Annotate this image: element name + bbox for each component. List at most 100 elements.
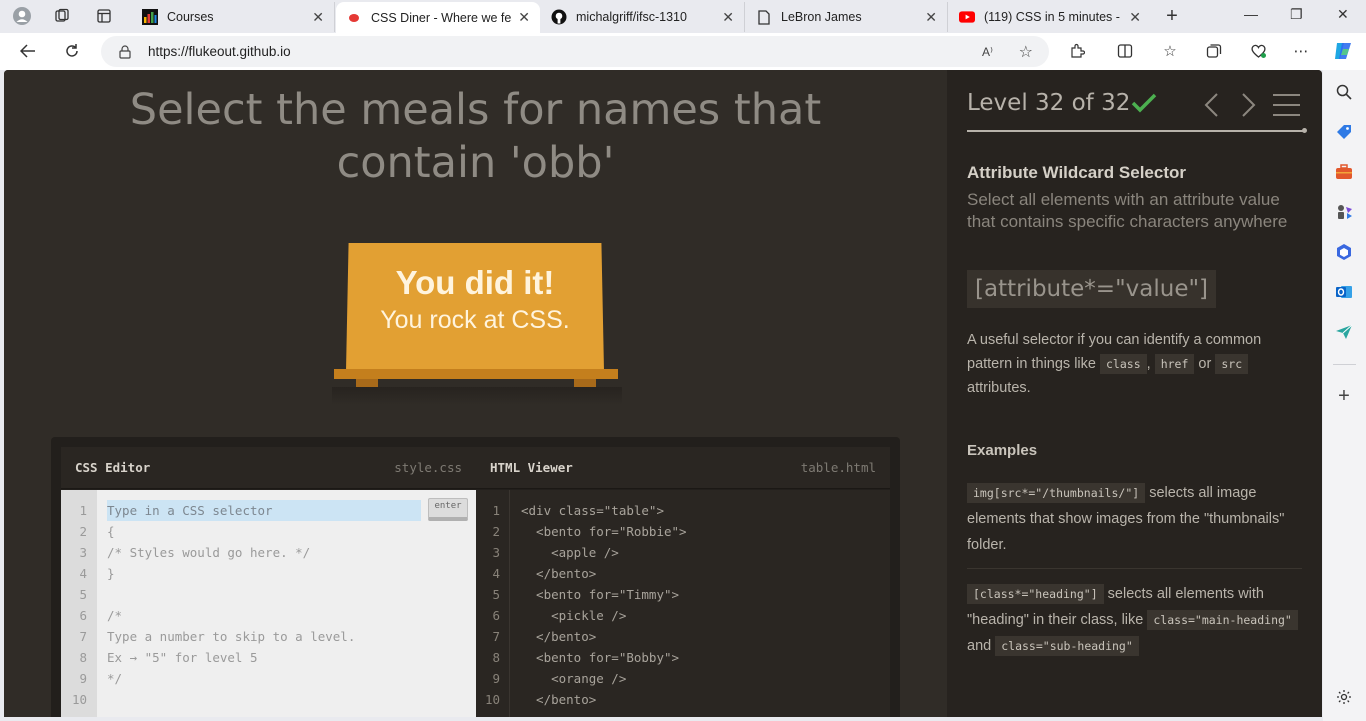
html-file-name: table.html xyxy=(800,460,876,475)
hint-separator: , xyxy=(1146,356,1151,372)
favorites-icon[interactable]: ☆ xyxy=(1159,41,1181,61)
examples-heading: Examples xyxy=(967,442,1038,459)
level-indicator: Level 32 of 32 xyxy=(967,90,1131,116)
browser-essentials-icon[interactable] xyxy=(1247,41,1269,61)
new-tab-icon[interactable]: + xyxy=(1160,5,1184,27)
line-number: 3 xyxy=(492,545,500,560)
css-editor-body[interactable]: 1 2 3 4 5 6 7 8 9 10 Type in a CSS selec… xyxy=(61,490,476,717)
line-number: 2 xyxy=(492,524,500,539)
tab-lebron[interactable]: LeBron James ✕ xyxy=(746,2,948,32)
workspaces-icon[interactable] xyxy=(50,5,74,27)
html-code-line[interactable]: <pickle /> xyxy=(521,608,626,623)
collections-icon[interactable] xyxy=(1203,41,1225,61)
tab-github[interactable]: michalgriff/ifsc-1310 ✕ xyxy=(541,2,745,32)
tab-label: Courses xyxy=(167,10,214,24)
microsoft-365-icon[interactable] xyxy=(1334,242,1354,262)
html-viewer-header: HTML Viewer table.html xyxy=(476,447,890,489)
games-icon[interactable] xyxy=(1334,202,1354,222)
html-viewer-body: 1 2 3 4 5 6 7 8 9 10 <div class="table">… xyxy=(476,490,890,717)
css-file-name: style.css xyxy=(394,460,462,475)
close-tab-icon[interactable]: ✕ xyxy=(925,9,937,26)
css-line-numbers: 1 2 3 4 5 6 7 8 9 10 xyxy=(61,490,97,717)
address-toolbar: https://flukeout.github.io A⁾ ☆ ☆ ⋯ xyxy=(0,33,1366,70)
html-code-line[interactable]: </bento> xyxy=(521,692,596,707)
html-code-line[interactable]: <bento for="Bobby"> xyxy=(521,650,679,665)
back-icon[interactable] xyxy=(17,41,39,61)
line-number: 5 xyxy=(492,587,500,602)
split-screen-icon[interactable] xyxy=(1114,41,1136,61)
html-code-line[interactable]: <bento for="Timmy"> xyxy=(521,587,679,602)
game-area: Select the meals for names that contain … xyxy=(4,70,947,717)
tab-actions-icon[interactable] xyxy=(92,5,116,27)
line-number: 9 xyxy=(79,671,87,686)
css-selector-input[interactable]: Type in a CSS selector xyxy=(107,503,273,518)
line-number: 5 xyxy=(79,587,87,602)
copilot-icon[interactable] xyxy=(1332,41,1354,61)
tab-css-diner[interactable]: CSS Diner - Where we feast on CSS ✕ xyxy=(336,2,540,33)
level-instruction: Select the meals for names that contain … xyxy=(129,85,822,188)
youtube-favicon-icon xyxy=(959,9,975,25)
css-code-line: } xyxy=(107,566,115,581)
browser-tab-bar: Courses ✕ CSS Diner - Where we feast on … xyxy=(0,0,1366,33)
enter-button[interactable]: enter xyxy=(428,498,468,521)
level-sidebar: Level 32 of 32 Attribute Wildcard Select… xyxy=(947,70,1322,717)
minimize-icon[interactable]: — xyxy=(1244,6,1258,22)
css-diner-page: Select the meals for names that contain … xyxy=(4,70,1322,717)
more-options-icon[interactable]: ⋯ xyxy=(1290,41,1312,61)
favorite-star-icon[interactable]: ☆ xyxy=(1019,42,1033,62)
html-code-line[interactable]: </bento> xyxy=(521,629,596,644)
send-icon[interactable] xyxy=(1334,322,1354,342)
settings-gear-icon[interactable] xyxy=(1334,687,1354,707)
table-edge xyxy=(334,369,618,379)
line-number: 10 xyxy=(484,692,500,707)
shopping-tag-icon[interactable] xyxy=(1334,122,1354,142)
close-tab-icon[interactable]: ✕ xyxy=(722,9,734,26)
line-number: 3 xyxy=(79,545,87,560)
css-editor-header: CSS Editor style.css xyxy=(61,447,476,489)
refresh-icon[interactable] xyxy=(61,41,83,61)
tab-youtube[interactable]: (119) CSS in 5 minutes - YouTube ✕ xyxy=(949,2,1151,32)
line-number: 4 xyxy=(492,566,500,581)
selector-name: Attribute Wildcard Selector xyxy=(967,163,1186,182)
selector-description: Select all elements with an attribute va… xyxy=(967,190,1288,231)
html-code-line[interactable]: <bento for="Robbie"> xyxy=(521,524,687,539)
examples-divider xyxy=(967,568,1302,569)
html-code-line[interactable]: <div class="table"> xyxy=(521,503,664,518)
outlook-icon[interactable] xyxy=(1334,282,1354,302)
level-complete-check-icon xyxy=(1131,93,1157,113)
css-diner-favicon-icon xyxy=(346,10,362,26)
html-code-line[interactable]: <orange /> xyxy=(521,671,626,686)
previous-level-icon[interactable] xyxy=(1203,92,1219,125)
css-code-line: /* Styles would go here. */ xyxy=(107,545,311,560)
add-sidebar-icon[interactable]: + xyxy=(1334,385,1354,407)
restore-icon[interactable]: ❐ xyxy=(1290,6,1303,23)
html-code-line[interactable]: <apple /> xyxy=(521,545,619,560)
lock-icon[interactable] xyxy=(119,44,131,59)
search-icon[interactable] xyxy=(1334,82,1354,102)
table-leg xyxy=(574,379,596,387)
close-tab-icon[interactable]: ✕ xyxy=(312,9,324,26)
tools-briefcase-icon[interactable] xyxy=(1334,162,1354,182)
css-code-line: Ex → "5" for level 5 xyxy=(107,650,258,665)
example-1: img[src*="/thumbnails/"] selects all ima… xyxy=(967,480,1302,558)
page-favicon-icon xyxy=(756,9,772,25)
line-number: 6 xyxy=(79,608,87,623)
next-level-icon[interactable] xyxy=(1241,92,1257,125)
read-aloud-icon[interactable]: A⁾ xyxy=(982,45,993,59)
level-menu-icon[interactable] xyxy=(1273,94,1300,116)
line-number: 1 xyxy=(492,503,500,518)
profile-icon[interactable] xyxy=(10,5,34,27)
tab-courses[interactable]: Courses ✕ xyxy=(132,2,335,32)
address-bar[interactable]: https://flukeout.github.io A⁾ ☆ xyxy=(101,36,1049,67)
close-window-icon[interactable]: ✕ xyxy=(1337,6,1349,23)
close-tab-icon[interactable]: ✕ xyxy=(518,9,530,26)
tab-label: LeBron James xyxy=(781,10,862,24)
selector-syntax: [attribute*="value"] xyxy=(967,270,1217,308)
line-number: 8 xyxy=(79,650,87,665)
extensions-icon[interactable] xyxy=(1066,41,1088,61)
html-code-line[interactable]: </bento> xyxy=(521,566,596,581)
url-text[interactable]: https://flukeout.github.io xyxy=(148,44,291,59)
close-tab-icon[interactable]: ✕ xyxy=(1129,9,1141,26)
code-tag: img[src*="/thumbnails/"] xyxy=(967,483,1146,503)
css-code-line: */ xyxy=(107,671,123,686)
